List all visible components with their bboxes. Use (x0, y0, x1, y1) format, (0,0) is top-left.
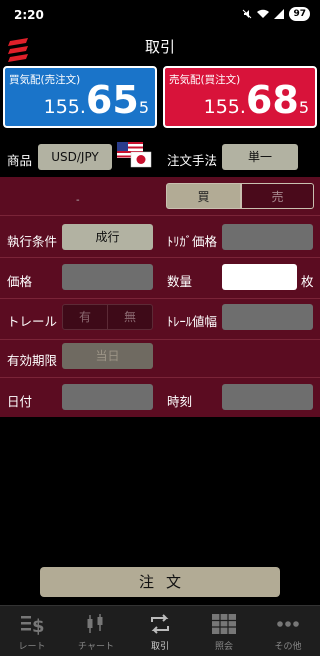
order-form (0, 177, 320, 417)
buy-toggle[interactable]: 買 (166, 183, 241, 209)
inquiry-icon (212, 614, 236, 634)
time-input[interactable] (222, 384, 313, 410)
place-order-button[interactable]: 注文 (40, 567, 280, 597)
tab-rate[interactable]: $ レート (0, 606, 64, 656)
rate-icon: $ (21, 616, 45, 635)
signal-icon (274, 9, 285, 19)
price-label: 価格 (7, 274, 33, 289)
battery-indicator: 97 (289, 7, 310, 21)
price-input[interactable] (62, 264, 153, 290)
order-method-select[interactable]: 単一 (222, 144, 298, 170)
divider (0, 257, 320, 258)
sell-toggle[interactable]: 売 (241, 183, 314, 209)
quantity-input[interactable] (222, 264, 297, 290)
tab-trade[interactable]: 取引 (128, 606, 192, 656)
quantity-unit: 枚 (301, 274, 314, 289)
quantity-label: 数量 (167, 274, 193, 289)
date-label: 日付 (7, 394, 33, 409)
divider (0, 298, 320, 299)
more-icon (277, 621, 299, 627)
condition-label: 執行条件 (7, 234, 58, 249)
tab-label: レート (18, 642, 46, 652)
tab-label: 取引 (150, 642, 169, 652)
app-header: 取引 (0, 30, 320, 64)
tab-label: チャート (78, 642, 114, 652)
trade-icon (151, 614, 169, 634)
trail-label: トレール (7, 314, 58, 329)
status-bar: 2:20 97 (0, 0, 320, 30)
tab-label: 照会 (214, 642, 233, 652)
condition-select[interactable]: 成行 (62, 224, 153, 250)
date-input[interactable] (62, 384, 153, 410)
status-time: 2:20 (14, 8, 44, 22)
product-row: 商品 USD/JPY 注文手法 単一 (0, 140, 320, 174)
trail-on-toggle[interactable]: 有 (62, 304, 108, 330)
page-title: 取引 (144, 38, 175, 56)
tab-inquiry[interactable]: 照会 (192, 606, 256, 656)
divider (0, 215, 320, 216)
tab-label: その他 (274, 642, 302, 652)
trail-width-input[interactable] (222, 304, 313, 330)
bid-price-button[interactable]: 買気配(売注文) 155.655 (3, 66, 157, 128)
mute-icon (243, 9, 252, 19)
expiry-select[interactable]: 当日 (62, 343, 153, 369)
time-label: 時刻 (167, 394, 193, 409)
trigger-price-input[interactable] (222, 224, 313, 250)
tab-more[interactable]: その他 (256, 606, 320, 656)
ask-price: 155.685 (203, 78, 309, 122)
divider (0, 377, 320, 378)
wifi-icon (257, 9, 270, 18)
ask-price-button[interactable]: 売気配(買注文) 155.685 (163, 66, 317, 128)
product-select[interactable]: USD/JPY (38, 144, 112, 170)
trigger-price-label: ﾄﾘｶﾞ価格 (167, 234, 218, 249)
side-placeholder: - (76, 195, 80, 206)
us-jp-flag-icon (117, 142, 152, 168)
product-label: 商品 (7, 153, 33, 168)
divider (0, 339, 320, 340)
svg-text:$: $ (32, 616, 45, 635)
bid-price: 155.655 (43, 78, 149, 122)
order-method-label: 注文手法 (167, 153, 218, 168)
tab-chart[interactable]: チャート (64, 606, 128, 656)
expiry-label: 有効期限 (7, 353, 58, 368)
trail-width-label: ﾄﾚｰﾙ値幅 (167, 314, 218, 329)
bottom-tab-bar: $ レート チャート 取引 照会 その他 (0, 605, 320, 656)
trail-off-toggle[interactable]: 無 (107, 304, 153, 330)
chart-icon (87, 614, 103, 633)
status-icons: 97 (242, 7, 310, 21)
